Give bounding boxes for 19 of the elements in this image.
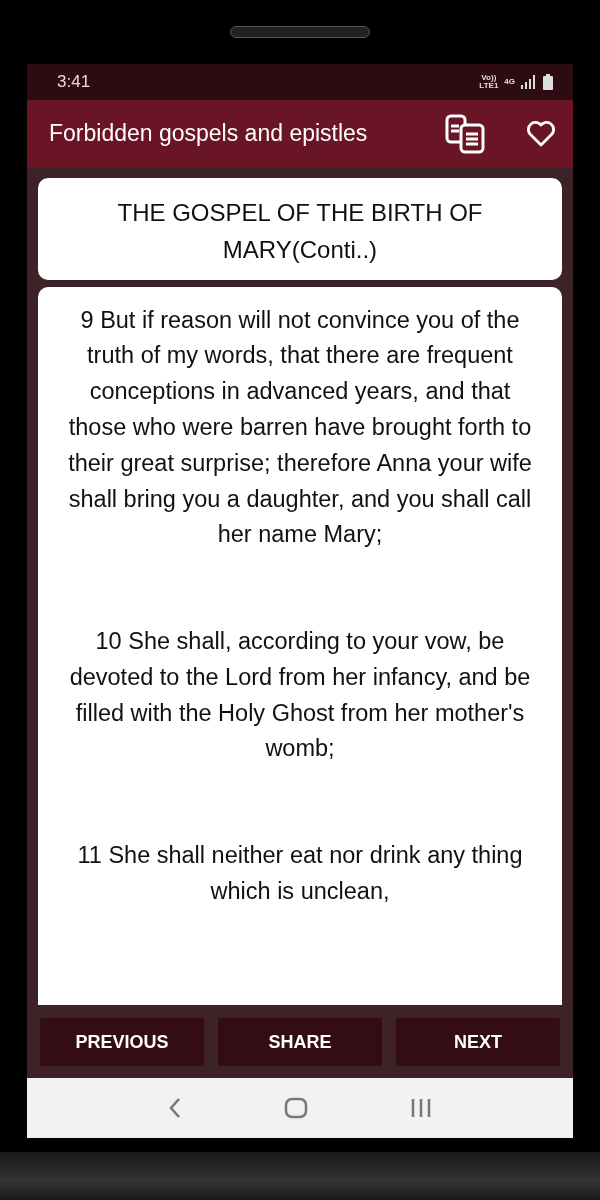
chapter-title: THE GOSPEL OF THE BIRTH OF MARY(Conti..)	[38, 177, 562, 280]
home-icon[interactable]	[284, 1097, 308, 1120]
clock: 3:41	[57, 71, 91, 94]
verse-text: 9 But if reason will not convince you of the truth of my words, that there are frequent conceptions in advanced years, and that those who were barren have brought forth to their great surprise; therefore Anna your wife shall bring you a daughter, and you shall call her name Mary;	[68, 305, 532, 550]
verse-text: 10 She shall, according to your vow, be devoted to the Lord from her infancy, and be filled with the Holy Ghost from her mother's womb;	[68, 627, 532, 764]
copy-icon[interactable]	[445, 113, 487, 154]
nav-button[interactable]: PREVIOUS	[40, 1018, 204, 1067]
network-label: 4G	[504, 77, 515, 86]
volte-label: Vo))	[481, 73, 497, 82]
app-title: Forbidden gospels and epistles	[49, 119, 369, 149]
verse-text: 11 She shall neither eat nor drink any thing which is unclean,	[76, 841, 524, 907]
nav-button[interactable]: SHARE	[218, 1018, 382, 1067]
back-icon[interactable]	[168, 1097, 182, 1120]
battery-icon	[543, 73, 553, 90]
recents-icon[interactable]	[410, 1098, 432, 1119]
signal-icon	[521, 74, 537, 89]
nav-button[interactable]: NEXT	[396, 1018, 560, 1067]
heart-icon[interactable]	[527, 120, 555, 147]
lte-label: LTE1	[479, 81, 499, 90]
